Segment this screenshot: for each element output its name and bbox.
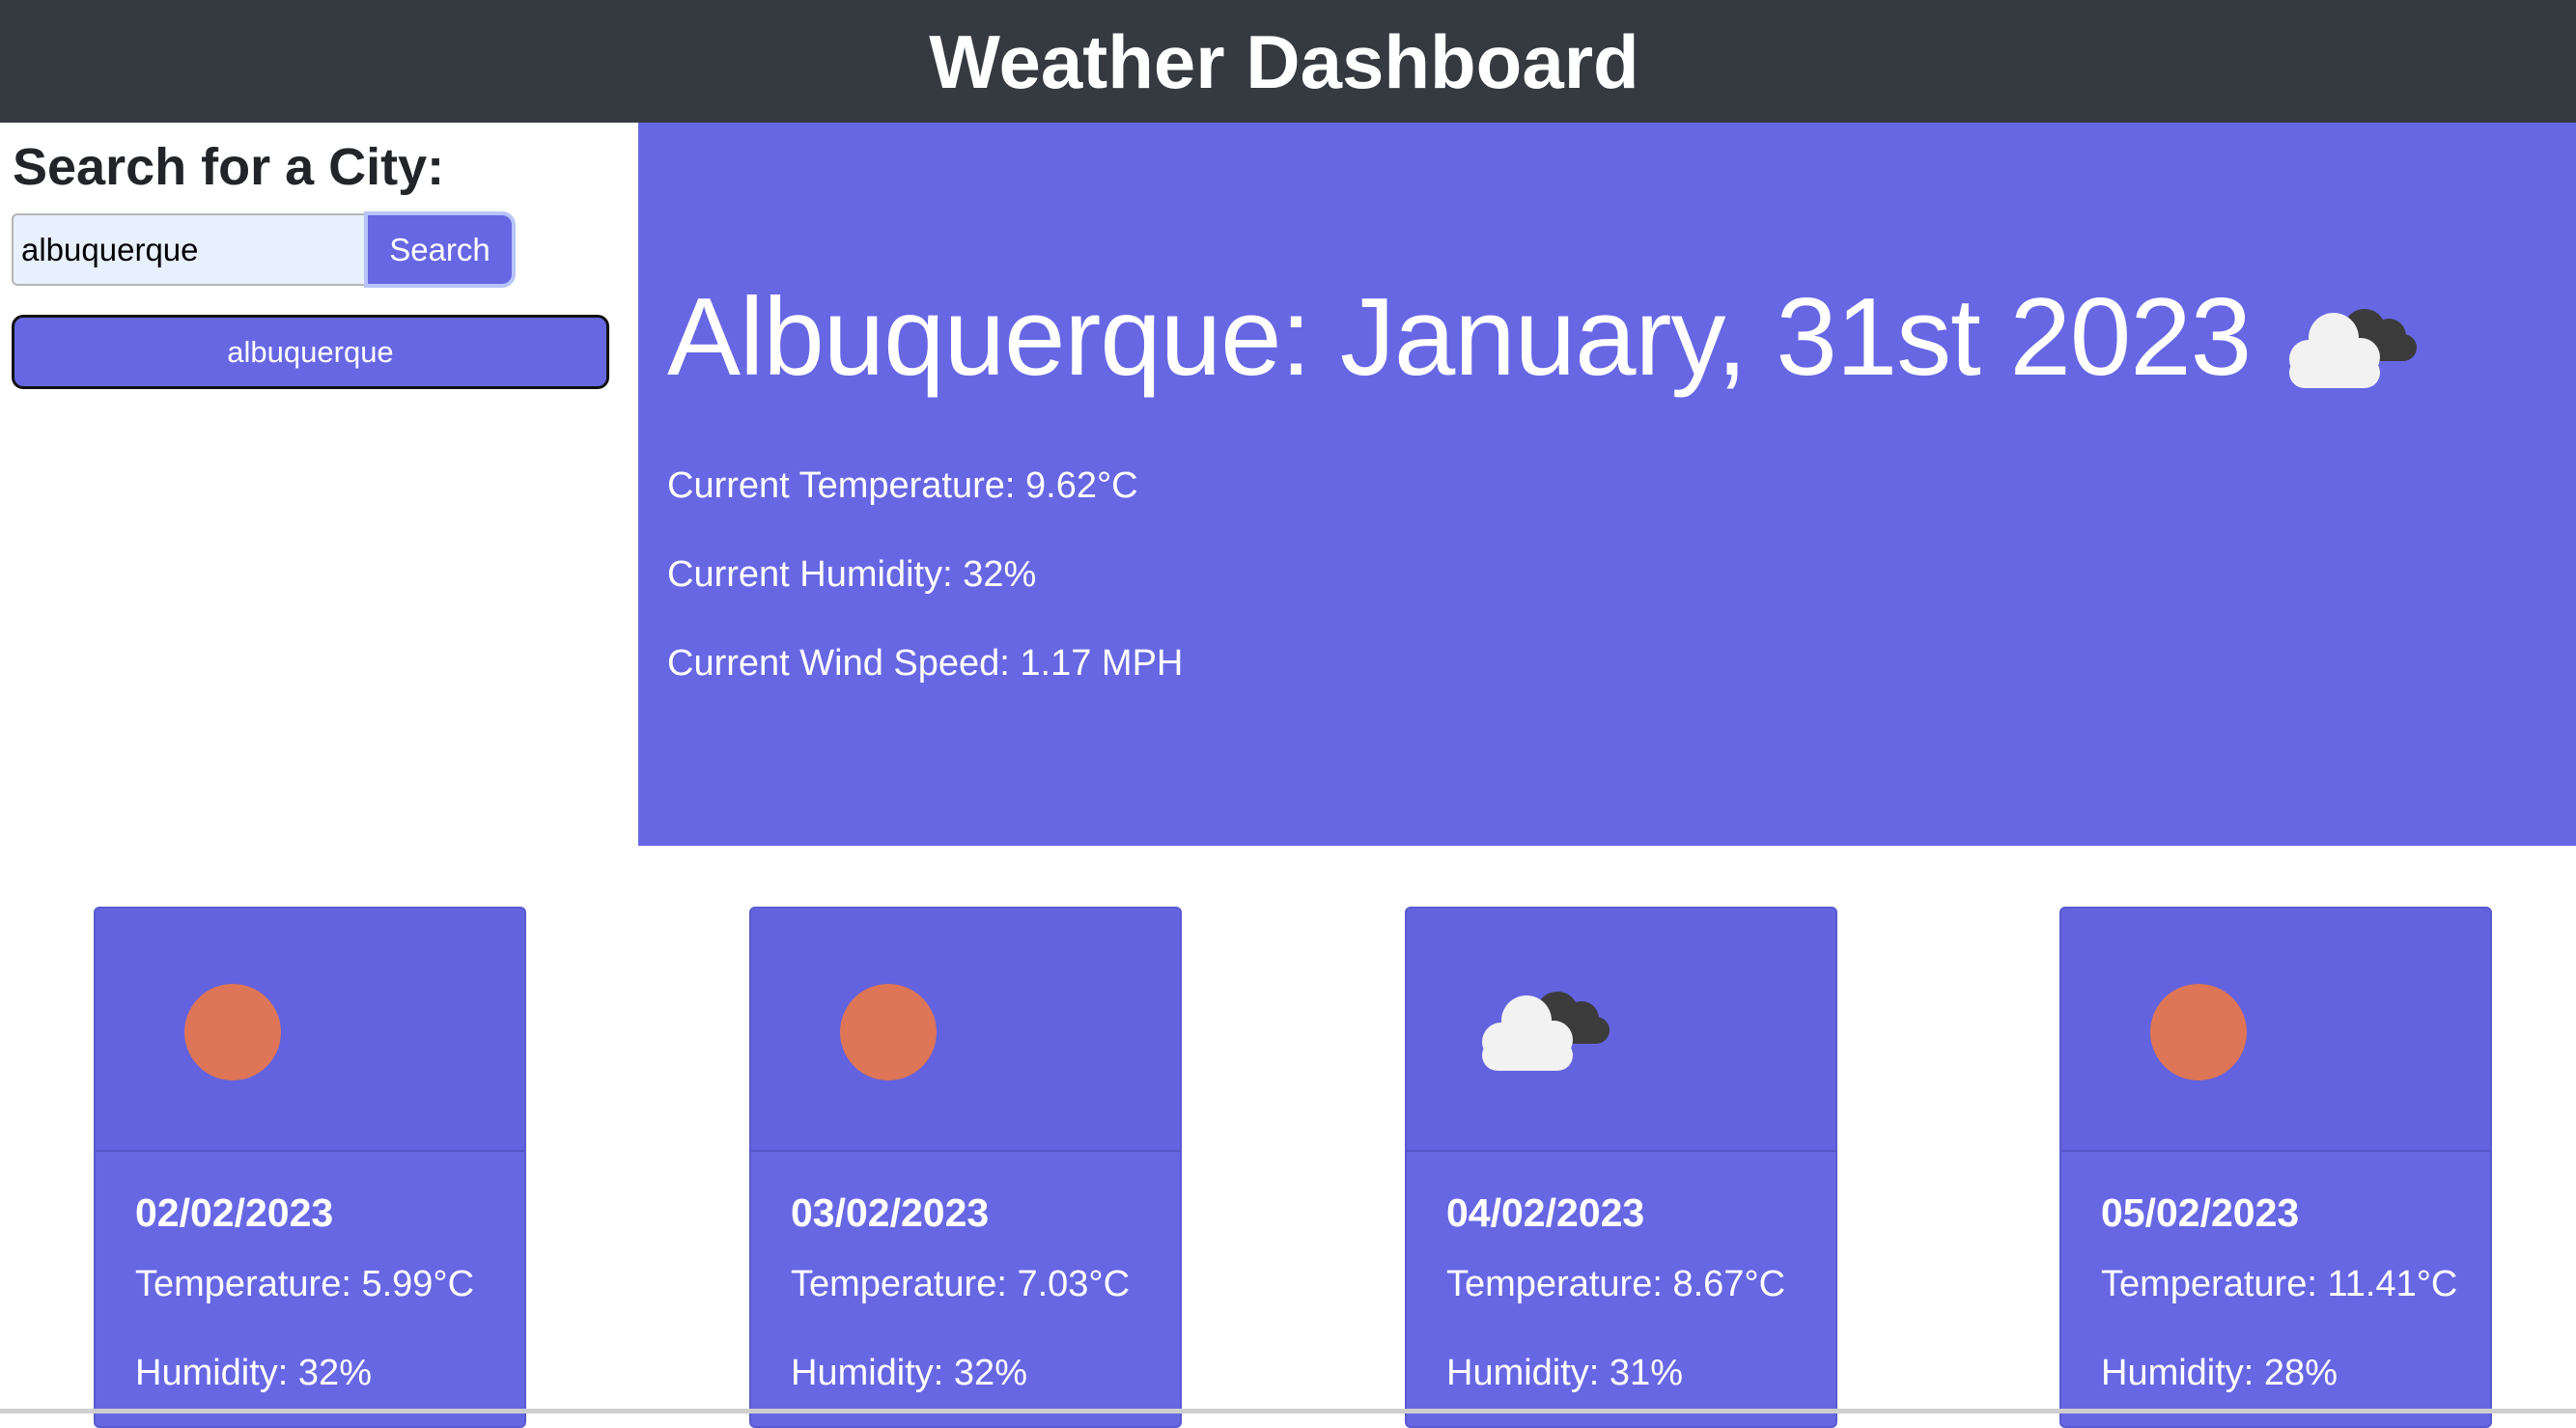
city-search-input[interactable] (12, 213, 364, 286)
sun-icon (840, 984, 937, 1080)
forecast-card-header (751, 909, 1180, 1152)
forecast-card: 02/02/2023 Temperature: 5.99°C Humidity:… (94, 907, 526, 1428)
forecast-icon-wrap (159, 968, 281, 1080)
sun-icon (2150, 984, 2247, 1080)
cloudy-icon (2289, 309, 2418, 388)
forecast-card: 03/02/2023 Temperature: 7.03°C Humidity:… (749, 907, 1182, 1428)
forecast-humidity: Humidity: 32% (791, 1353, 1027, 1393)
search-sidebar: Search for a City: Search albuquerque (0, 123, 637, 847)
history-item-albuquerque[interactable]: albuquerque (12, 315, 609, 389)
search-heading: Search for a City: (13, 138, 445, 196)
current-weather-heading: Albuquerque: January, 31st 2023 (667, 274, 2419, 400)
current-temperature: Current Temperature: 9.62°C (667, 465, 1138, 506)
search-button[interactable]: Search (364, 211, 516, 288)
forecast-humidity: Humidity: 31% (1446, 1353, 1683, 1393)
forecast-card-header (2061, 909, 2490, 1152)
forecast-date: 02/02/2023 (135, 1190, 334, 1235)
sun-icon (184, 984, 281, 1080)
forecast-date: 03/02/2023 (791, 1190, 990, 1235)
forecast-icon-wrap (815, 968, 937, 1080)
current-weather-panel: Albuquerque: January, 31st 2023 Current … (638, 123, 2576, 846)
page-header: Weather Dashboard (0, 0, 2576, 123)
viewport-bottom-divider (0, 1409, 2576, 1414)
forecast-card-header (96, 909, 524, 1152)
search-form: Search (12, 211, 519, 288)
cloudy-icon (1482, 992, 1610, 1071)
forecast-temperature: Temperature: 8.67°C (1446, 1264, 1786, 1304)
current-city-date: Albuquerque: January, 31st 2023 (667, 275, 2252, 399)
forecast-icon-wrap (2125, 968, 2247, 1080)
forecast-card-header (1407, 909, 1835, 1152)
forecast-card: 05/02/2023 Temperature: 11.41°C Humidity… (2059, 907, 2492, 1428)
page-title: Weather Dashboard (929, 18, 1639, 104)
current-wind-speed: Current Wind Speed: 1.17 MPH (667, 643, 1184, 684)
forecast-temperature: Temperature: 5.99°C (135, 1264, 475, 1304)
forecast-card: 04/02/2023 Temperature: 8.67°C Humidity:… (1405, 907, 1837, 1428)
forecast-date: 05/02/2023 (2101, 1190, 2300, 1235)
forecast-temperature: Temperature: 7.03°C (791, 1264, 1131, 1304)
forecast-temperature: Temperature: 11.41°C (2101, 1264, 2458, 1304)
forecast-humidity: Humidity: 28% (2101, 1353, 2338, 1393)
forecast-humidity: Humidity: 32% (135, 1353, 372, 1393)
current-humidity: Current Humidity: 32% (667, 554, 1037, 595)
forecast-date: 04/02/2023 (1446, 1190, 1645, 1235)
